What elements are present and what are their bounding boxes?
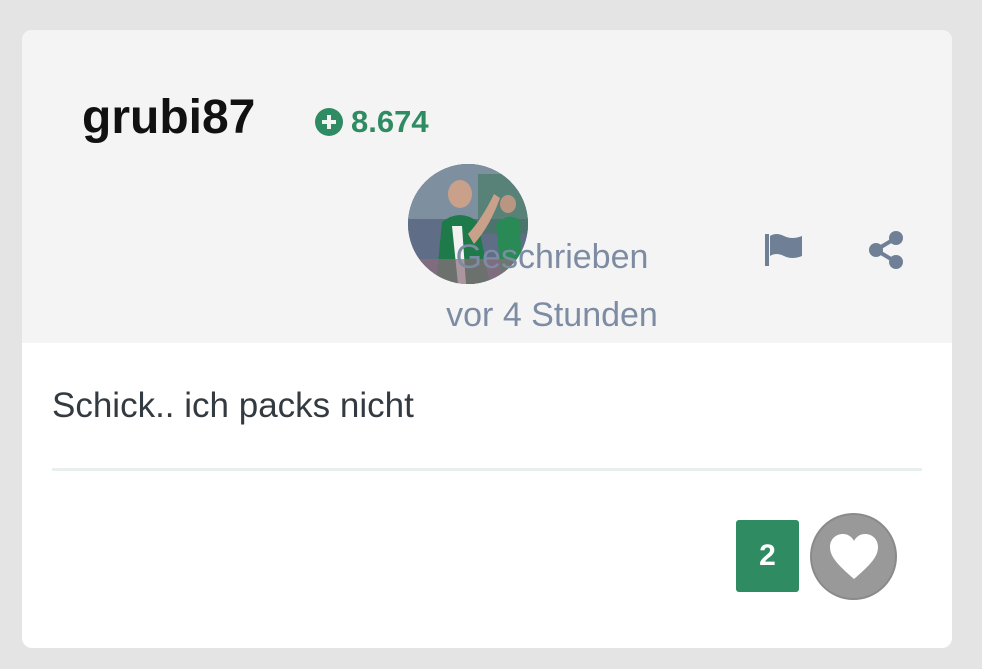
share-button[interactable] xyxy=(864,228,912,272)
like-button[interactable] xyxy=(810,513,897,600)
share-icon xyxy=(869,231,903,269)
comment-card: grubi87 8.674 Geschrieben vor 4 Stunden xyxy=(22,30,952,648)
post-timestamp: Geschrieben vor 4 Stunden xyxy=(422,228,682,344)
heart-icon xyxy=(829,533,878,579)
divider xyxy=(52,468,922,471)
username[interactable]: grubi87 xyxy=(82,90,255,146)
comment-header: grubi87 8.674 Geschrieben vor 4 Stunden xyxy=(22,30,952,343)
report-button[interactable] xyxy=(760,228,808,272)
timestamp-value: vor 4 Stunden xyxy=(446,296,658,334)
timestamp-label: Geschrieben xyxy=(455,238,649,276)
score-value: 8.674 xyxy=(351,104,429,139)
comment-body: Schick.. ich packs nicht xyxy=(52,386,414,425)
plus-circle-icon xyxy=(315,108,343,136)
flag-icon xyxy=(765,234,802,266)
like-count-badge: 2 xyxy=(736,520,799,592)
user-score: 8.674 xyxy=(315,104,429,140)
